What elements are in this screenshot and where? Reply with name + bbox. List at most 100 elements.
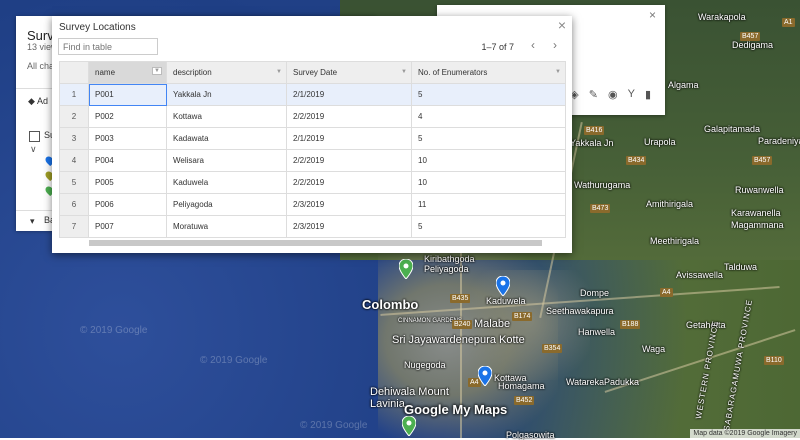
map-pin-green[interactable] [399,259,413,279]
sort-arrow-icon: ▼ [152,67,162,75]
cell-description[interactable]: Welisara [166,149,287,172]
delete-icon[interactable]: ▮ [645,88,651,101]
column-header-name[interactable]: name ▼ [88,61,167,84]
cell-description[interactable]: Peliyagoda [166,193,287,216]
dialog-title: Survey Locations [59,22,136,33]
cell-enumerators[interactable]: 5 [411,215,566,238]
map-label-urapola: Urapola [644,137,676,147]
close-icon[interactable]: × [558,17,566,33]
attribute-table: name ▼ description ▼ Survey Date ▼ No. of E… [59,61,566,238]
map-label-taldua: Talduwa [724,262,758,272]
feature-toolbar: ◈ ✎ ◉ Y ▮ [570,88,651,101]
cell-enumerators[interactable]: 4 [411,105,566,128]
cell-name[interactable]: P006 [88,193,167,216]
map-pin-green[interactable] [402,416,416,436]
cell-name[interactable]: P007 [88,215,167,238]
edit-pencil-icon[interactable]: ✎ [589,88,598,101]
table-row[interactable]: 2 P002 Kottawa 2/2/2019 4 [59,105,566,128]
sort-arrow-icon: ▼ [276,69,282,75]
map-label-western-province: WESTERN PROVINCE [694,319,721,420]
map-pin-blue[interactable] [478,366,492,386]
basemap-row[interactable]: ▾ Ba [16,210,56,231]
map-label-waga: Waga [642,344,666,354]
map-label-padukka: Padukka [604,377,640,387]
cell-enumerators[interactable]: 5 [411,127,566,150]
road-shield: B188 [620,320,641,329]
road-shield: B240 [452,320,473,329]
table-row[interactable]: 4 P004 Welisara 2/2/2019 10 [59,149,566,172]
chevron-right-icon[interactable]: › [547,37,563,53]
road-shield: B473 [590,204,611,213]
chevron-left-icon[interactable]: ‹ [525,37,541,53]
add-layer-label: Ad [36,96,48,106]
google-my-maps-logo: Google My Maps [404,402,508,417]
cell-name[interactable]: P002 [88,105,167,128]
map-label-nugegoda: Nugegoda [404,360,446,370]
table-header-row: name ▼ description ▼ Survey Date ▼ No. of E… [59,61,566,84]
road-shield: B354 [542,344,563,353]
row-index: 7 [59,215,89,238]
row-index: 1 [59,83,89,106]
road-shield: A4 [660,288,673,297]
map-label-seethawaka: Seethawakapura [546,306,614,316]
column-header-enumerators[interactable]: No. of Enumerators ▼ [411,61,566,84]
camera-icon[interactable]: ◉ [608,88,618,101]
cell-enumerators[interactable]: 10 [411,171,566,194]
map-label-colombo: Colombo [362,297,419,312]
cell-description[interactable]: Moratuwa [166,215,287,238]
table-row[interactable]: 7 P007 Moratuwa 2/3/2019 5 [59,215,566,238]
cell-survey-date[interactable]: 2/2/2019 [286,105,412,128]
cell-survey-date[interactable]: 2/3/2019 [286,215,412,238]
table-search-input[interactable] [58,38,158,55]
row-index: 2 [59,105,89,128]
row-index: 5 [59,171,89,194]
cell-description[interactable]: Kadawata [166,127,287,150]
cell-enumerators[interactable]: 11 [411,193,566,216]
column-header-description[interactable]: description ▼ [166,61,287,84]
cell-survey-date[interactable]: 2/2/2019 [286,149,412,172]
map-attribution: Map data ©2019 Google Imagery [690,429,800,438]
map-label-wathurugama: Wathurugama [574,180,631,190]
close-icon[interactable]: × [649,8,656,22]
cell-description[interactable]: Yakkala Jn [166,83,287,106]
directions-icon[interactable]: Y [628,88,635,101]
layer-visibility-checkbox[interactable] [29,131,40,142]
cell-name[interactable]: P003 [88,127,167,150]
row-index-header [59,61,89,84]
sort-arrow-icon: ▼ [555,69,561,75]
cell-survey-date[interactable]: 2/3/2019 [286,193,412,216]
cell-name[interactable]: P005 [88,171,167,194]
save-status: All cha [27,61,55,71]
chevron-down-icon: ▾ [30,216,35,226]
cell-description[interactable]: Kaduwela [166,171,287,194]
column-header-survey-date[interactable]: Survey Date ▼ [286,61,412,84]
map-label-warakapola: Warakapola [698,12,746,22]
cell-enumerators[interactable]: 10 [411,149,566,172]
map-label-kiribathgoda: Kiribathgoda [424,254,475,264]
chevron-down-icon[interactable]: ∨ [30,144,37,155]
map-watermark: © 2019 Google [200,355,268,366]
cell-survey-date[interactable]: 2/1/2019 [286,83,412,106]
map-label-hanwella: Hanwella [578,327,616,337]
horizontal-scrollbar[interactable] [89,240,542,246]
cell-name[interactable]: P001 [88,83,167,106]
data-table-dialog: Survey Locations × 1–7 of 7 ‹ › name▼ de… [52,16,572,253]
map-label-dedigama: Dedigama [732,40,774,50]
cell-enumerators[interactable]: 5 [411,83,566,106]
row-index: 6 [59,193,89,216]
table-row[interactable]: 1 P001 Yakkala Jn 2/1/2019 5 [59,83,566,106]
map-watermark: © 2019 Google [80,325,148,336]
table-row[interactable]: 5 P005 Kaduwela 2/2/2019 10 [59,171,566,194]
map-pin-blue[interactable] [496,276,510,296]
cell-survey-date[interactable]: 2/2/2019 [286,171,412,194]
cell-survey-date[interactable]: 2/1/2019 [286,127,412,150]
road-shield: B452 [514,396,535,405]
table-row[interactable]: 3 P003 Kadawata 2/1/2019 5 [59,127,566,150]
add-layer-button[interactable]: ◆ Ad [28,96,48,107]
cell-description[interactable]: Kottawa [166,105,287,128]
road-shield: B435 [450,294,471,303]
map-label-magammana: Magammana [731,220,784,230]
map-label-malabe: Malabe [474,318,511,330]
cell-name[interactable]: P004 [88,149,167,172]
table-row[interactable]: 6 P006 Peliyagoda 2/3/2019 11 [59,193,566,216]
